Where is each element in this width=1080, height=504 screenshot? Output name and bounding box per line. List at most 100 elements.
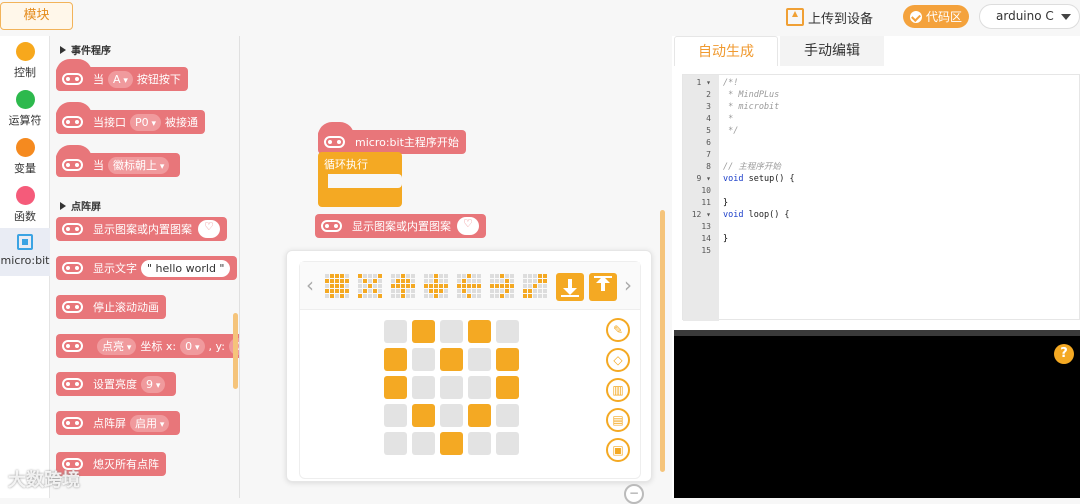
code-line: * (723, 114, 734, 124)
preset-pattern[interactable] (456, 273, 482, 299)
heart-icon[interactable] (457, 217, 479, 235)
block-loop[interactable]: 循环执行 (318, 152, 402, 207)
led-cell[interactable] (468, 432, 491, 455)
preset-pattern[interactable] (357, 273, 383, 299)
led-cell[interactable] (468, 348, 491, 371)
led-cell[interactable] (496, 432, 519, 455)
microbit-icon (62, 73, 83, 85)
led-cell[interactable] (384, 432, 407, 455)
serial-terminal[interactable] (674, 330, 1080, 498)
block-when-pin-touched[interactable]: 当接口 P0 被接通 (56, 102, 206, 134)
code-line: /*! (723, 78, 739, 88)
led-cell[interactable] (468, 404, 491, 427)
led-cell[interactable] (384, 376, 407, 399)
led-cell[interactable] (496, 320, 519, 343)
category-variables[interactable]: 变量 (0, 132, 50, 180)
led-cell[interactable] (440, 376, 463, 399)
palette-scrollbar[interactable] (233, 313, 238, 389)
chevron-right-icon[interactable]: › (624, 275, 632, 295)
code-line: // 主程序开始 (723, 162, 781, 172)
trash-icon[interactable]: ▥ (606, 378, 630, 402)
preset-pattern[interactable] (390, 273, 416, 299)
control-dot-icon (15, 42, 35, 61)
x-dropdown[interactable]: 0 (180, 337, 205, 355)
workspace-scrollbar[interactable] (660, 210, 665, 472)
light-dropdown[interactable]: 点亮 (97, 337, 137, 355)
led-cell[interactable] (412, 348, 435, 371)
upload-pattern-icon[interactable] (589, 273, 617, 301)
tab-auto-generate[interactable]: 自动生成 (674, 36, 778, 66)
led-cell[interactable] (440, 432, 463, 455)
upload-icon (786, 8, 804, 26)
block-main-start[interactable]: micro:bit主程序开始 (318, 122, 466, 154)
triangle-right-icon (60, 46, 66, 54)
preset-pattern[interactable] (522, 273, 548, 299)
preset-pattern[interactable] (423, 273, 449, 299)
block-show-pattern-workspace[interactable]: 显示图案或内置图案 (315, 214, 486, 238)
led-cell[interactable] (468, 376, 491, 399)
microbit-icon (62, 223, 83, 235)
led-cell[interactable] (440, 348, 463, 371)
brightness-dropdown[interactable]: 9 (141, 375, 166, 393)
block-matrix-enable[interactable]: 点阵屏 启用 (56, 411, 181, 435)
led-cell[interactable] (468, 320, 491, 343)
led-grid (384, 320, 519, 455)
led-cell[interactable] (384, 348, 407, 371)
block-when-button-pressed[interactable]: 当 A 按钮按下 (56, 59, 188, 91)
led-cell[interactable] (496, 376, 519, 399)
led-cell[interactable] (384, 404, 407, 427)
download-icon[interactable] (556, 273, 584, 301)
language-value: arduino C (996, 9, 1054, 23)
upload-to-device-button[interactable]: 上传到设备 (786, 7, 873, 27)
block-show-pattern[interactable]: 显示图案或内置图案 (56, 217, 227, 241)
pin-dropdown[interactable]: P0 (130, 113, 162, 131)
led-cell[interactable] (384, 320, 407, 343)
block-palette: 事件程序 当 A 按钮按下 当接口 P0 被接通 当 徽标朝上 点阵屏 显示图案… (50, 36, 240, 498)
matrix-state-dropdown[interactable]: 启用 (130, 414, 170, 432)
led-cell[interactable] (412, 320, 435, 343)
block-stop-scroll[interactable]: 停止滚动动画 (56, 295, 166, 319)
block-set-brightness[interactable]: 设置亮度 9 (56, 372, 177, 396)
category-label: 控制 (14, 66, 36, 79)
text-input[interactable]: " hello world " (141, 259, 231, 277)
save-icon[interactable]: ▣ (606, 438, 630, 462)
zoom-out-icon[interactable]: − (624, 484, 644, 504)
microbit-icon (62, 301, 83, 313)
module-button[interactable]: 模块 (0, 2, 73, 30)
language-select[interactable]: arduino C (979, 4, 1080, 29)
chip-icon (17, 234, 33, 250)
tab-manual-edit[interactable]: 手动编辑 (780, 36, 884, 66)
category-label: 运算符 (8, 114, 42, 127)
block-light-point[interactable]: 点亮 坐标 x: 0 , y: 0 (56, 334, 239, 358)
category-control[interactable]: 控制 (0, 36, 50, 84)
led-cell[interactable] (496, 404, 519, 427)
line-number: 10 (701, 186, 711, 195)
led-cell[interactable] (496, 348, 519, 371)
code-editor[interactable]: 1 ▾ /*! 2 * MindPLus 3 * microbit 4 * 5 */ 6 7 8… (682, 74, 1080, 321)
led-cell[interactable] (412, 404, 435, 427)
section-events[interactable]: 事件程序 (60, 42, 111, 57)
logo-dropdown[interactable]: 徽标朝上 (108, 156, 170, 174)
code-area-toggle[interactable]: 代码区 (903, 5, 969, 28)
pencil-icon[interactable]: ✎ (606, 318, 630, 342)
led-cell[interactable] (412, 376, 435, 399)
button-dropdown[interactable]: A (108, 70, 133, 88)
preset-pattern[interactable] (324, 273, 350, 299)
chevron-left-icon[interactable]: ‹ (306, 275, 314, 295)
led-cell[interactable] (440, 320, 463, 343)
led-cell[interactable] (440, 404, 463, 427)
category-functions[interactable]: 函数 (0, 180, 50, 228)
category-microbit[interactable]: micro:bit (0, 228, 50, 276)
eraser-icon[interactable]: ◇ (606, 348, 630, 372)
category-operators[interactable]: 运算符 (0, 84, 50, 132)
preset-pattern[interactable] (489, 273, 515, 299)
section-matrix[interactable]: 点阵屏 (60, 198, 101, 213)
block-show-text[interactable]: 显示文字 " hello world " (56, 256, 238, 280)
block-when-logo[interactable]: 当 徽标朝上 (56, 145, 181, 177)
led-cell[interactable] (412, 432, 435, 455)
pattern-editor-popup: ‹ › ✎ ◇ ▥ ▤ ▣ (286, 250, 652, 482)
code-line: */ (723, 126, 739, 136)
help-icon[interactable]: ? (1054, 344, 1074, 364)
paste-icon[interactable]: ▤ (606, 408, 630, 432)
heart-icon[interactable] (198, 220, 220, 238)
